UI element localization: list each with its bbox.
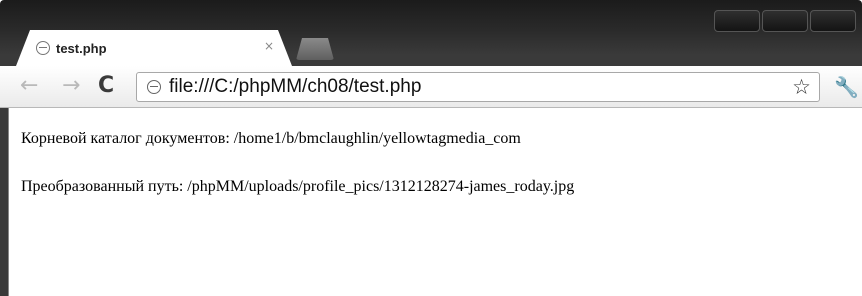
doc-root-text: Корневой каталог документов: /home1/b/bm… xyxy=(21,130,521,147)
reload-button[interactable]: C xyxy=(98,73,114,99)
forward-button[interactable]: → xyxy=(62,73,80,99)
page-content: Корневой каталог документов: /home1/b/bm… xyxy=(8,108,862,296)
window-controls xyxy=(714,10,856,32)
address-bar[interactable]: file:///C:/phpMM/ch08/test.php ☆ xyxy=(136,72,820,102)
back-button[interactable]: ← xyxy=(20,73,38,99)
globe-icon xyxy=(36,41,50,55)
browser-window: test.php × ← → C file:///C:/phpMM/ch08/t… xyxy=(0,0,862,296)
wrench-menu-icon[interactable]: 🔧 xyxy=(834,75,859,99)
close-window-button[interactable] xyxy=(810,10,856,32)
toolbar: ← → C file:///C:/phpMM/ch08/test.php ☆ 🔧 xyxy=(0,66,862,108)
address-url[interactable]: file:///C:/phpMM/ch08/test.php xyxy=(169,76,421,98)
tab-close-icon[interactable]: × xyxy=(264,39,274,53)
tab-title: test.php xyxy=(56,40,107,56)
bookmark-star-icon[interactable]: ☆ xyxy=(792,75,811,99)
page-globe-icon xyxy=(147,80,161,94)
minimize-button[interactable] xyxy=(714,10,760,32)
new-tab-button[interactable] xyxy=(296,38,334,60)
tab-test-php[interactable]: test.php × xyxy=(16,30,292,66)
maximize-button[interactable] xyxy=(762,10,808,32)
converted-path-text: Преобразованный путь: /phpMM/uploads/pro… xyxy=(21,178,575,195)
